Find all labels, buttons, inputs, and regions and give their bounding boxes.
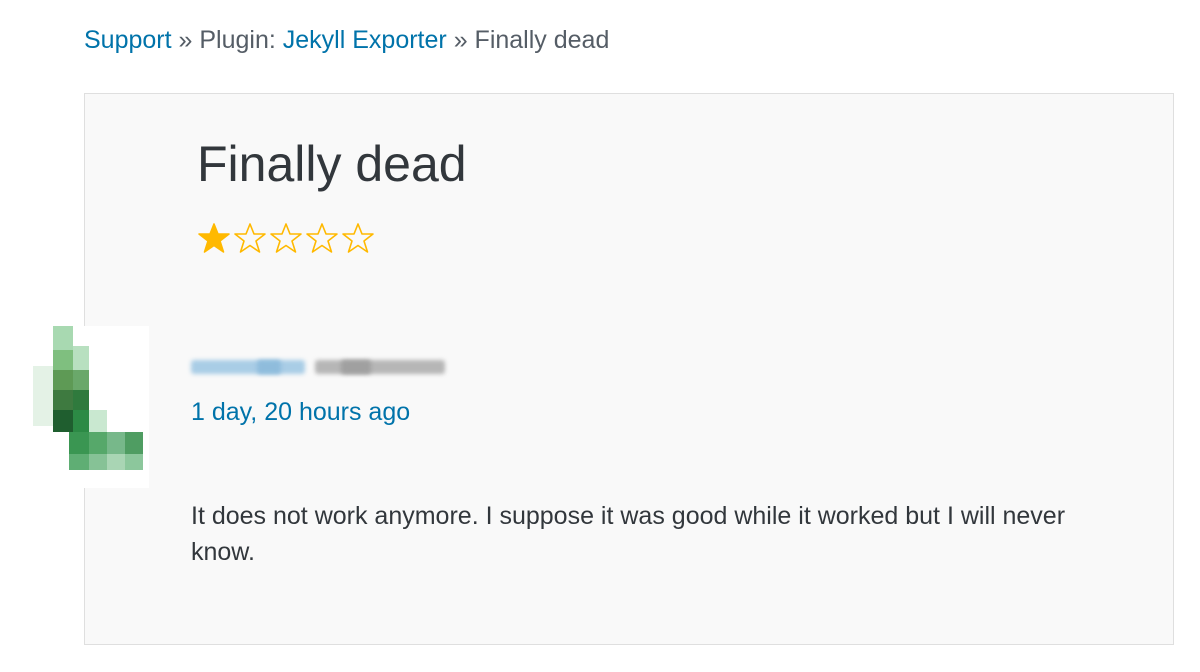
star-rating (197, 222, 375, 254)
star-filled-icon (197, 222, 231, 254)
star-empty-icon (341, 222, 375, 254)
breadcrumb-current: Finally dead (474, 26, 610, 54)
breadcrumb-link-plugin[interactable]: Jekyll Exporter (283, 26, 447, 54)
star-empty-icon (233, 222, 267, 254)
breadcrumb: Support » Plugin: Jekyll Exporter » Fina… (84, 26, 609, 55)
breadcrumb-separator: » (453, 26, 468, 54)
breadcrumb-link-support[interactable]: Support (84, 26, 172, 54)
review-timestamp-link[interactable]: 1 day, 20 hours ago (191, 398, 410, 427)
breadcrumb-plugin-prefix: Plugin: (199, 26, 276, 54)
review-card: Finally dead 1 day, 20 hours ago It does… (23, 93, 1174, 645)
star-empty-icon (269, 222, 303, 254)
star-empty-icon (305, 222, 339, 254)
review-body: It does not work anymore. I suppose it w… (191, 502, 1066, 566)
review-title: Finally dead (197, 136, 467, 192)
breadcrumb-separator: » (178, 26, 193, 54)
avatar[interactable] (23, 326, 149, 488)
author-name-redacted[interactable] (191, 354, 447, 378)
